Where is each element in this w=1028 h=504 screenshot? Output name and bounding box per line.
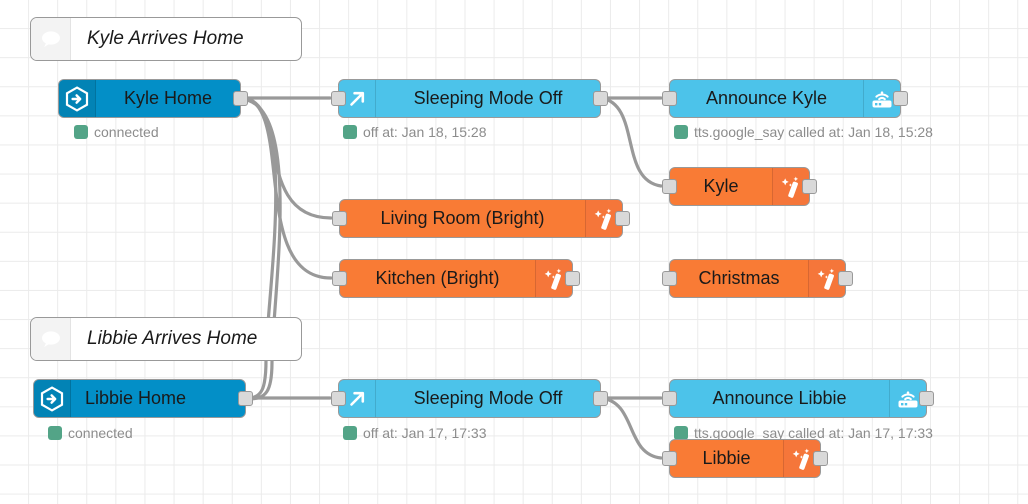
status-text: off at: Jan 17, 17:33: [363, 425, 487, 441]
wire-kylehome-kitchen: [239, 96, 333, 280]
input-port[interactable]: [662, 391, 677, 406]
node-label: Christmas: [698, 268, 780, 288]
output-port[interactable]: [233, 91, 248, 106]
status-libbie-home: connected: [48, 425, 133, 441]
input-port[interactable]: [662, 451, 677, 466]
status-kyle-home: connected: [74, 124, 159, 140]
output-port[interactable]: [238, 391, 253, 406]
node-scene-christmas[interactable]: Christmas: [662, 259, 853, 298]
node-scene-kitchen-bright[interactable]: Kitchen (Bright): [332, 259, 580, 298]
node-scene-libbie[interactable]: Libbie: [662, 439, 828, 478]
node-label: Living Room (Bright): [380, 208, 545, 228]
status-text: connected: [68, 425, 133, 441]
comment-text: Libbie Arrives Home: [87, 328, 258, 349]
flow-canvas[interactable]: Kyle Arrives Home Libbie Arrives Home Ky…: [0, 0, 1028, 504]
node-libbie-home[interactable]: Libbie Home: [33, 379, 253, 418]
status-dot: [674, 426, 688, 440]
status-sleeping-mode-off-kyle: off at: Jan 18, 15:28: [343, 124, 487, 140]
status-dot: [74, 125, 88, 139]
node-sleeping-mode-off-libbie[interactable]: Sleeping Mode Off: [331, 379, 608, 418]
node-label: Announce Libbie: [712, 388, 847, 408]
output-port[interactable]: [593, 391, 608, 406]
node-label: Announce Kyle: [705, 88, 828, 108]
status-sleeping-mode-off-libbie: off at: Jan 17, 17:33: [343, 425, 487, 441]
input-port[interactable]: [332, 211, 347, 226]
wire-kylehome-livingroom: [239, 96, 333, 220]
comment-icon: [31, 318, 71, 360]
node-label: Libbie: [702, 448, 751, 468]
node-announce-libbie[interactable]: Announce Libbie: [662, 379, 934, 418]
comment-node-kyle-arrives-home[interactable]: Kyle Arrives Home: [30, 17, 302, 61]
input-port[interactable]: [662, 271, 677, 286]
node-label: Kyle: [703, 176, 739, 196]
node-announce-kyle[interactable]: Announce Kyle: [662, 79, 908, 118]
comment-text: Kyle Arrives Home: [87, 28, 244, 49]
wire-sleepingmode-scenekyle: [599, 96, 663, 188]
node-kyle-home[interactable]: Kyle Home: [58, 79, 248, 118]
node-label: Kyle Home: [123, 88, 213, 108]
output-port[interactable]: [565, 271, 580, 286]
node-scene-kyle[interactable]: Kyle: [662, 167, 817, 206]
output-port[interactable]: [615, 211, 630, 226]
output-port[interactable]: [593, 91, 608, 106]
output-port[interactable]: [919, 391, 934, 406]
output-port[interactable]: [838, 271, 853, 286]
comment-icon: [31, 18, 71, 60]
input-port[interactable]: [332, 271, 347, 286]
home-assistant-icon: [59, 80, 96, 117]
node-label: Sleeping Mode Off: [413, 88, 563, 108]
node-label: Kitchen (Bright): [375, 268, 500, 288]
status-announce-kyle: tts.google_say called at: Jan 18, 15:28: [674, 124, 933, 140]
output-port[interactable]: [802, 179, 817, 194]
node-sleeping-mode-off-kyle[interactable]: Sleeping Mode Off: [331, 79, 608, 118]
node-scene-living-room-bright[interactable]: Living Room (Bright): [332, 199, 630, 238]
home-assistant-icon: [34, 380, 71, 417]
status-dot: [48, 426, 62, 440]
input-port[interactable]: [662, 179, 677, 194]
output-port[interactable]: [893, 91, 908, 106]
wire-sleepingmodel-scenelibbie: [599, 396, 663, 460]
input-port[interactable]: [331, 391, 346, 406]
status-text: off at: Jan 18, 15:28: [363, 124, 487, 140]
node-label: Libbie Home: [85, 388, 187, 408]
node-label: Sleeping Mode Off: [413, 388, 563, 408]
status-text: connected: [94, 124, 159, 140]
status-dot: [343, 426, 357, 440]
status-dot: [343, 125, 357, 139]
input-port[interactable]: [662, 91, 677, 106]
status-dot: [674, 125, 688, 139]
output-port[interactable]: [813, 451, 828, 466]
comment-node-libbie-arrives-home[interactable]: Libbie Arrives Home: [30, 317, 302, 361]
status-text: tts.google_say called at: Jan 18, 15:28: [694, 124, 933, 140]
input-port[interactable]: [331, 91, 346, 106]
